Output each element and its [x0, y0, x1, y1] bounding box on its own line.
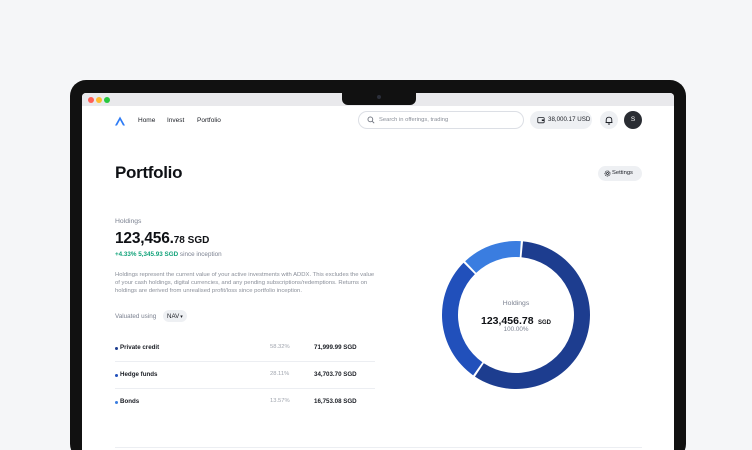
asset-bullet: [115, 400, 118, 404]
holdings-amount-decimal: 78 SGD: [173, 235, 210, 246]
top-navbar: Home Invest Portfolio Search in offering…: [82, 111, 674, 131]
section-divider: [115, 447, 642, 448]
gear-icon: [604, 170, 611, 177]
search-icon: [367, 116, 375, 124]
asset-name: Private credit: [120, 344, 160, 351]
adx-logo-icon[interactable]: [114, 115, 126, 127]
valuation-method-dropdown[interactable]: NAV▾: [163, 310, 187, 322]
user-avatar[interactable]: S: [624, 111, 642, 129]
camera-notch: [342, 93, 416, 105]
donut-segment-bonds: [465, 241, 521, 273]
gain-value: +4.33% 5,345.93 SGD: [115, 251, 179, 258]
search-input[interactable]: Search in offerings, trading: [358, 111, 524, 129]
window-titlebar: [82, 93, 674, 106]
chevron-down-icon: ▾: [180, 314, 183, 320]
asset-row[interactable]: Hedge funds 28.11% 34,703.70 SGD: [115, 362, 375, 389]
holdings-description: Holdings represent the current value of …: [115, 272, 375, 295]
asset-percent: 58.32%: [270, 344, 290, 350]
holdings-amount-integer: 123,456.: [115, 230, 174, 247]
asset-name: Hedge funds: [120, 371, 158, 378]
bell-icon: [605, 116, 613, 125]
holdings-amount: 123,456.78 SGD: [115, 230, 209, 248]
valuated-label: Valuated using: [115, 313, 157, 320]
asset-name: Bonds: [120, 398, 140, 405]
browser-screen: Home Invest Portfolio Search in offering…: [82, 93, 674, 450]
nav-link-invest[interactable]: Invest: [167, 117, 184, 124]
nav-link-home[interactable]: Home: [138, 117, 155, 124]
settings-label: Settings: [612, 169, 633, 176]
donut-percent: 100.00%: [503, 326, 529, 333]
asset-value: 34,703.70 SGD: [314, 371, 357, 378]
laptop-frame: Home Invest Portfolio Search in offering…: [70, 80, 686, 450]
donut-label: Holdings: [502, 300, 530, 307]
wallet-balance-button[interactable]: 38,000.17 USD: [530, 111, 592, 129]
minimize-window-dot[interactable]: [96, 96, 102, 103]
wallet-icon: [537, 117, 545, 124]
holdings-label: Holdings: [115, 218, 142, 225]
gain-suffix: since inception: [178, 251, 222, 258]
search-placeholder: Search in offerings, trading: [379, 116, 449, 123]
maximize-window-dot[interactable]: [104, 96, 110, 103]
notifications-button[interactable]: [600, 111, 618, 129]
nav-link-portfolio[interactable]: Portfolio: [197, 117, 221, 124]
camera-icon: [377, 95, 381, 99]
asset-row[interactable]: Private credit 58.32% 71,999.99 SGD: [115, 335, 375, 362]
holdings-gain: +4.33% 5,345.93 SGD since inception: [115, 251, 222, 258]
asset-percent: 13.57%: [270, 398, 290, 404]
page-title: Portfolio: [115, 163, 183, 182]
asset-bullet: [115, 373, 118, 377]
settings-button[interactable]: Settings: [598, 166, 642, 181]
asset-value: 16,753.08 SGD: [314, 398, 357, 405]
valuation-method-value: NAV: [167, 313, 180, 320]
asset-value: 71,999.99 SGD: [314, 344, 357, 351]
asset-bullet: [115, 346, 118, 350]
wallet-balance: 38,000.17 USD: [548, 116, 591, 123]
asset-row[interactable]: Bonds 13.57% 16,753.08 SGD: [115, 389, 375, 416]
asset-percent: 28.11%: [270, 371, 290, 377]
close-window-dot[interactable]: [88, 96, 94, 103]
